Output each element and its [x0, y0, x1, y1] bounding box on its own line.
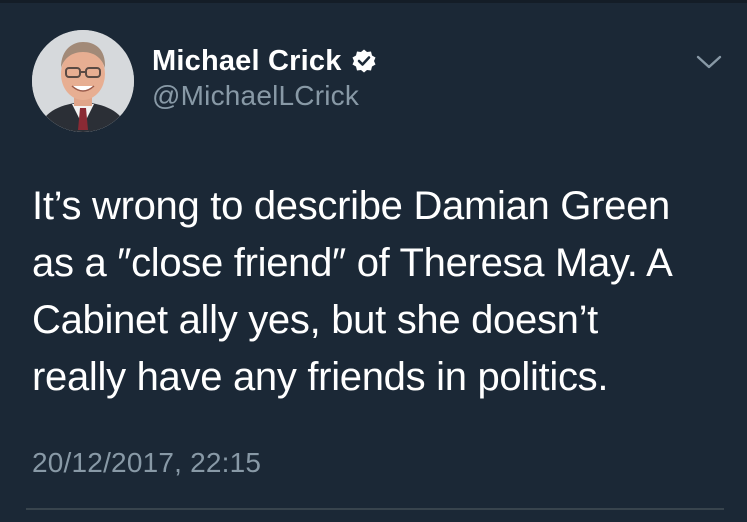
tweet-text: It’s wrong to describe Damian Green as a…: [32, 184, 673, 399]
avatar-image: [32, 30, 134, 132]
author-name-row[interactable]: Michael Crick: [152, 43, 377, 79]
avatar[interactable]: [32, 30, 134, 132]
chevron-down-icon[interactable]: [694, 52, 724, 72]
top-border: [0, 0, 747, 3]
author-handle[interactable]: @MichaelLCrick: [152, 80, 359, 112]
tweet-timestamp[interactable]: 20/12/2017, 22:15: [32, 447, 261, 479]
divider: [26, 508, 724, 510]
verified-badge-icon: [352, 49, 376, 73]
tweet-card: Michael Crick @MichaelLCrick It’s wrong …: [0, 0, 747, 522]
display-name[interactable]: Michael Crick: [152, 45, 342, 78]
